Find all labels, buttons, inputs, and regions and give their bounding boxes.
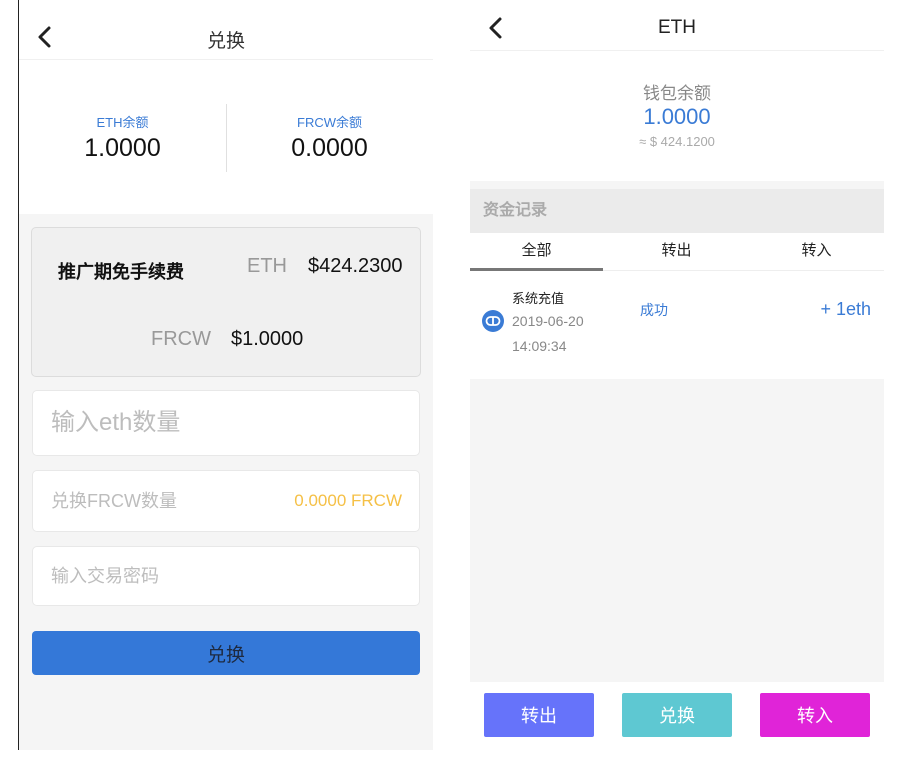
frcw-balance: FRCW余额 0.0000 xyxy=(226,112,433,163)
password-field xyxy=(32,546,420,606)
tab-transfer-in[interactable]: 转入 xyxy=(750,233,883,271)
exchange-submit-button[interactable]: 兑换 xyxy=(32,631,420,675)
promo-card: 推广期免手续费 ETH $424.2300 FRCW $1.0000 xyxy=(31,227,421,377)
record-time: 14:09:34 xyxy=(512,338,567,354)
wallet-screen: ETH 钱包余额 1.0000 ≈ $ 424.1200 资金记录 全部 转出 … xyxy=(470,0,884,750)
exchange-form: 推广期免手续费 ETH $424.2300 FRCW $1.0000 0.000… xyxy=(19,214,433,750)
eth-balance-label: ETH余额 xyxy=(96,115,149,130)
list-item[interactable]: 系统充值 2019-06-20 14:09:34 成功 + 1eth xyxy=(470,272,884,379)
frcw-balance-label: FRCW余额 xyxy=(297,115,362,130)
frcw-amount-input[interactable] xyxy=(51,471,291,531)
promo-frcw-label: FRCW xyxy=(151,328,211,350)
wallet-balance-value: 1.0000 xyxy=(643,104,711,129)
wallet-header: ETH xyxy=(470,0,884,51)
page-title: 兑换 xyxy=(206,31,245,52)
exchange-button[interactable]: 兑换 xyxy=(622,693,732,737)
section-gap xyxy=(470,181,884,189)
exchange-screen: 兑换 ETH余额 1.0000 FRCW余额 0.0000 推广期免手续费 ET… xyxy=(19,0,433,750)
frcw-amount-field: 0.0000 FRCW xyxy=(32,470,420,532)
balance-summary: ETH余额 1.0000 FRCW余额 0.0000 xyxy=(19,60,433,214)
page-title: ETH xyxy=(658,17,696,38)
eth-balance-value: 1.0000 xyxy=(84,134,161,162)
wallet-balance-usd: ≈ $ 424.1200 xyxy=(639,134,715,149)
records-title: 资金记录 xyxy=(470,189,884,233)
transfer-in-button[interactable]: 转入 xyxy=(760,693,870,737)
frcw-amount-value: 0.0000 FRCW xyxy=(294,491,402,510)
wallet-balance-label: 钱包余额 xyxy=(643,84,711,103)
promo-eth-label: ETH xyxy=(247,255,287,277)
deposit-icon xyxy=(482,310,504,332)
record-name: 系统充值 xyxy=(512,291,565,306)
eth-balance: ETH余额 1.0000 xyxy=(19,112,226,163)
record-date: 2019-06-20 xyxy=(512,313,584,329)
action-bar: 转出 兑换 转入 xyxy=(470,682,884,750)
eth-amount-field xyxy=(32,390,420,456)
eth-amount-input[interactable] xyxy=(51,391,391,455)
tab-all[interactable]: 全部 xyxy=(470,233,603,271)
tab-transfer-out[interactable]: 转出 xyxy=(610,233,743,271)
transfer-out-button[interactable]: 转出 xyxy=(484,693,594,737)
record-amount: + 1eth xyxy=(820,299,871,319)
record-tabs: 全部 转出 转入 xyxy=(470,233,884,271)
exchange-header: 兑换 xyxy=(19,0,433,60)
trade-password-input[interactable] xyxy=(51,547,291,605)
promo-frcw-price: $1.0000 xyxy=(231,328,304,350)
record-status: 成功 xyxy=(640,302,668,318)
wallet-balance: 钱包余额 1.0000 ≈ $ 424.1200 xyxy=(470,51,884,181)
records-empty-area xyxy=(470,379,884,682)
frcw-balance-value: 0.0000 xyxy=(291,134,368,162)
promo-title: 推广期免手续费 xyxy=(58,262,184,282)
promo-eth-price: $424.2300 xyxy=(308,255,403,277)
